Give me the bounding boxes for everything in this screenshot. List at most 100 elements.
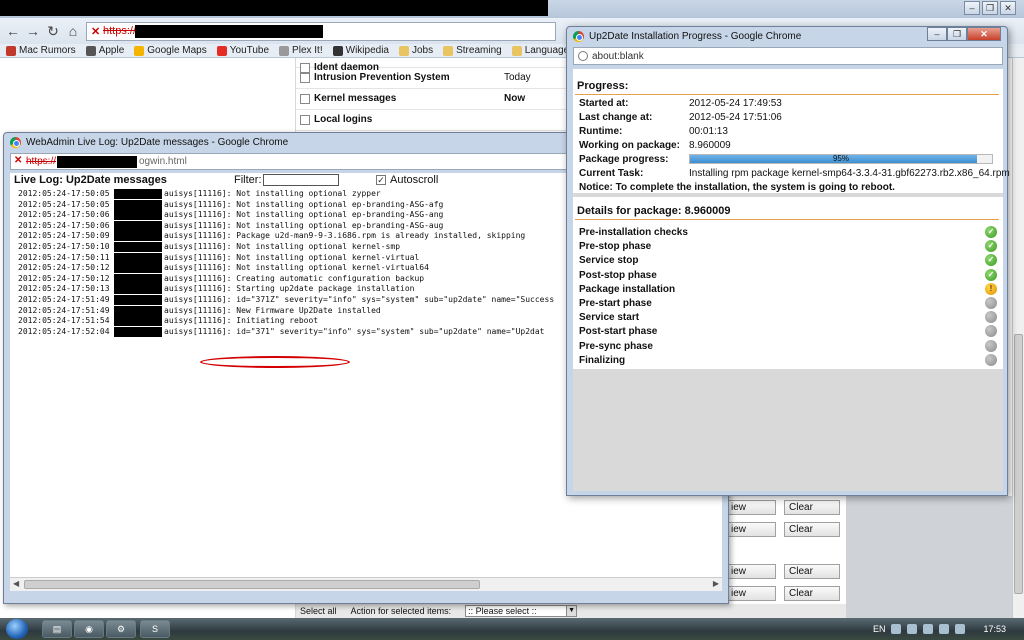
table-row[interactable]: Local logins <box>296 110 568 131</box>
phase-name: Service stop <box>579 255 639 267</box>
scrollbar-thumb[interactable] <box>1014 334 1023 594</box>
log-line: 2012:05:24-17:50:05 auisys[11116]: Not in… <box>18 189 554 200</box>
package-progress-bar: 95% <box>689 154 993 164</box>
url-scheme: https:// <box>103 25 137 37</box>
taskbar: ▤ ◉ ⚙ S EN 17:53 <box>0 618 1024 640</box>
status-pending-icon <box>985 339 997 352</box>
progress-address-bar[interactable]: about:blank <box>573 47 1003 65</box>
log-line: 2012:05:24-17:50:12 auisys[11116]: Creati… <box>18 273 554 285</box>
log-line: 2012:05:24-17:50:06 auisys[11116]: Not in… <box>18 220 554 232</box>
progress-window-title: Up2Date Installation Progress - Google C… <box>589 31 802 42</box>
field-value: 8.960009 <box>689 140 731 151</box>
folder-icon <box>511 45 522 56</box>
bookmark-item[interactable]: Wikipedia <box>332 45 389 56</box>
view-button[interactable]: iew <box>726 500 776 515</box>
close-button[interactable]: ✕ <box>967 27 1001 41</box>
redacted-hostname <box>114 326 162 337</box>
bookmark-item[interactable]: Google Maps <box>134 45 207 56</box>
view-button[interactable]: iew <box>726 586 776 601</box>
log-line: 2012:05:24-17:51:49 auisys[11116]: id="37… <box>18 294 554 306</box>
row-last-change: Today <box>504 72 531 83</box>
bookmark-label: Plex It! <box>292 45 323 56</box>
minimize-button[interactable]: – <box>964 1 980 15</box>
bookmark-item[interactable]: Streaming <box>443 45 502 56</box>
skype-task-icon[interactable]: S <box>140 620 170 638</box>
status-pending-icon <box>985 297 997 309</box>
progress-title-bar[interactable]: Up2Date Installation Progress - Google C… <box>573 31 801 42</box>
log-lines: 2012:05:24-17:50:05 auisys[11116]: Not in… <box>18 189 554 337</box>
table-row[interactable]: Ident daemon <box>296 58 568 73</box>
bookmark-label: YouTube <box>229 45 270 56</box>
table-row[interactable]: Intrusion Prevention System Today <box>296 68 568 89</box>
table-row[interactable]: Kernel messages Now <box>296 89 568 110</box>
bookmark-item[interactable]: YouTube <box>216 45 270 56</box>
page-scrollbar[interactable] <box>1012 58 1024 618</box>
scroll-right-icon[interactable]: ▶ <box>713 579 719 588</box>
log-timestamp: 2012:05:24-17:50:09 <box>18 231 110 241</box>
network-icon[interactable] <box>891 624 902 634</box>
select-all-link[interactable]: Select all <box>300 606 337 616</box>
phase-name: Post-stop phase <box>579 269 657 281</box>
maximize-button[interactable]: ❐ <box>947 27 967 41</box>
bookmark-item[interactable]: Plex It! <box>279 45 323 56</box>
live-log-window-title: WebAdmin Live Log: Up2Date messages - Go… <box>26 137 289 148</box>
row-checkbox[interactable] <box>300 115 310 125</box>
progress-heading: Progress: <box>577 80 629 92</box>
scrollbar-thumb[interactable] <box>24 580 480 589</box>
clear-button[interactable]: Clear <box>784 586 840 601</box>
reload-icon[interactable]: ↻ <box>44 22 62 40</box>
address-bar[interactable]: ✕ https:// <box>86 22 556 41</box>
log-timestamp: 2012:05:24-17:50:11 <box>18 252 110 262</box>
view-button[interactable]: iew <box>726 522 776 537</box>
flag-icon[interactable] <box>955 624 966 634</box>
filter-label: Filter: <box>234 174 262 186</box>
details-heading: Details for package: 8.960009 <box>577 205 731 217</box>
phase-name: Finalizing <box>579 354 626 366</box>
clear-button[interactable]: Clear <box>784 564 840 579</box>
log-timestamp: 2012:05:24-17:51:54 <box>18 316 110 326</box>
filter-input[interactable] <box>263 174 339 186</box>
status-pending-icon <box>985 353 997 366</box>
shield-icon[interactable] <box>923 624 934 634</box>
app-task-icon[interactable]: ⚙ <box>106 620 136 638</box>
horizontal-scrollbar[interactable]: ◀ ▶ <box>10 577 722 591</box>
clear-button[interactable]: Clear <box>784 500 840 515</box>
back-arrow-icon[interactable]: ← <box>4 22 22 40</box>
log-timestamp: 2012:05:24-17:50:05 <box>18 189 110 198</box>
log-message: auisys[11116]: id="371" severity="info" … <box>164 326 545 336</box>
row-checkbox[interactable] <box>300 73 310 83</box>
main-title-bar: – ❐ ✕ <box>0 0 1024 18</box>
page-background <box>846 496 1012 618</box>
wifi-icon[interactable] <box>907 624 918 634</box>
redacted-hostname <box>114 284 162 295</box>
maximize-button[interactable]: ❐ <box>982 1 998 15</box>
log-timestamp: 2012:05:24-17:51:49 <box>18 294 110 304</box>
home-icon[interactable]: ⌂ <box>64 22 82 40</box>
row-checkbox[interactable] <box>300 94 310 104</box>
bookmark-item[interactable]: Mac Rumors <box>6 45 76 56</box>
clear-button[interactable]: Clear <box>784 522 840 537</box>
live-log-title-bar[interactable]: WebAdmin Live Log: Up2Date messages - Go… <box>10 137 288 148</box>
language-indicator[interactable]: EN <box>873 624 886 634</box>
volume-icon[interactable] <box>939 624 950 634</box>
action-select[interactable]: :: Please select :: ▼ <box>465 605 578 617</box>
minimize-button[interactable]: – <box>927 27 947 41</box>
scroll-left-icon[interactable]: ◀ <box>13 579 19 588</box>
explorer-task-icon[interactable]: ▤ <box>42 620 72 638</box>
forward-arrow-icon[interactable]: → <box>24 22 42 40</box>
bookmark-item[interactable]: Apple <box>85 45 124 56</box>
log-line: 2012:05:24-17:50:11 auisys[11116]: Not in… <box>18 252 554 264</box>
package-progress-label: Package progress: <box>579 154 669 165</box>
start-button[interactable] <box>6 619 28 639</box>
view-button[interactable]: iew <box>726 564 776 579</box>
chrome-task-icon[interactable]: ◉ <box>74 620 104 638</box>
bookmark-item[interactable]: Jobs <box>398 45 433 56</box>
action-select-value: :: Please select :: <box>468 606 537 616</box>
autoscroll-checkbox[interactable]: ✓ <box>376 175 386 185</box>
log-message: auisys[11116]: Starting up2date package … <box>164 284 415 294</box>
log-message: auisys[11116]: Not installing optional e… <box>164 199 444 209</box>
details-section: Details for package: 8.960009 Pre-instal… <box>573 197 1003 369</box>
close-button[interactable]: ✕ <box>1000 1 1016 15</box>
log-timestamp: 2012:05:24-17:51:49 <box>18 305 110 315</box>
progress-window: Up2Date Installation Progress - Google C… <box>566 26 1010 496</box>
